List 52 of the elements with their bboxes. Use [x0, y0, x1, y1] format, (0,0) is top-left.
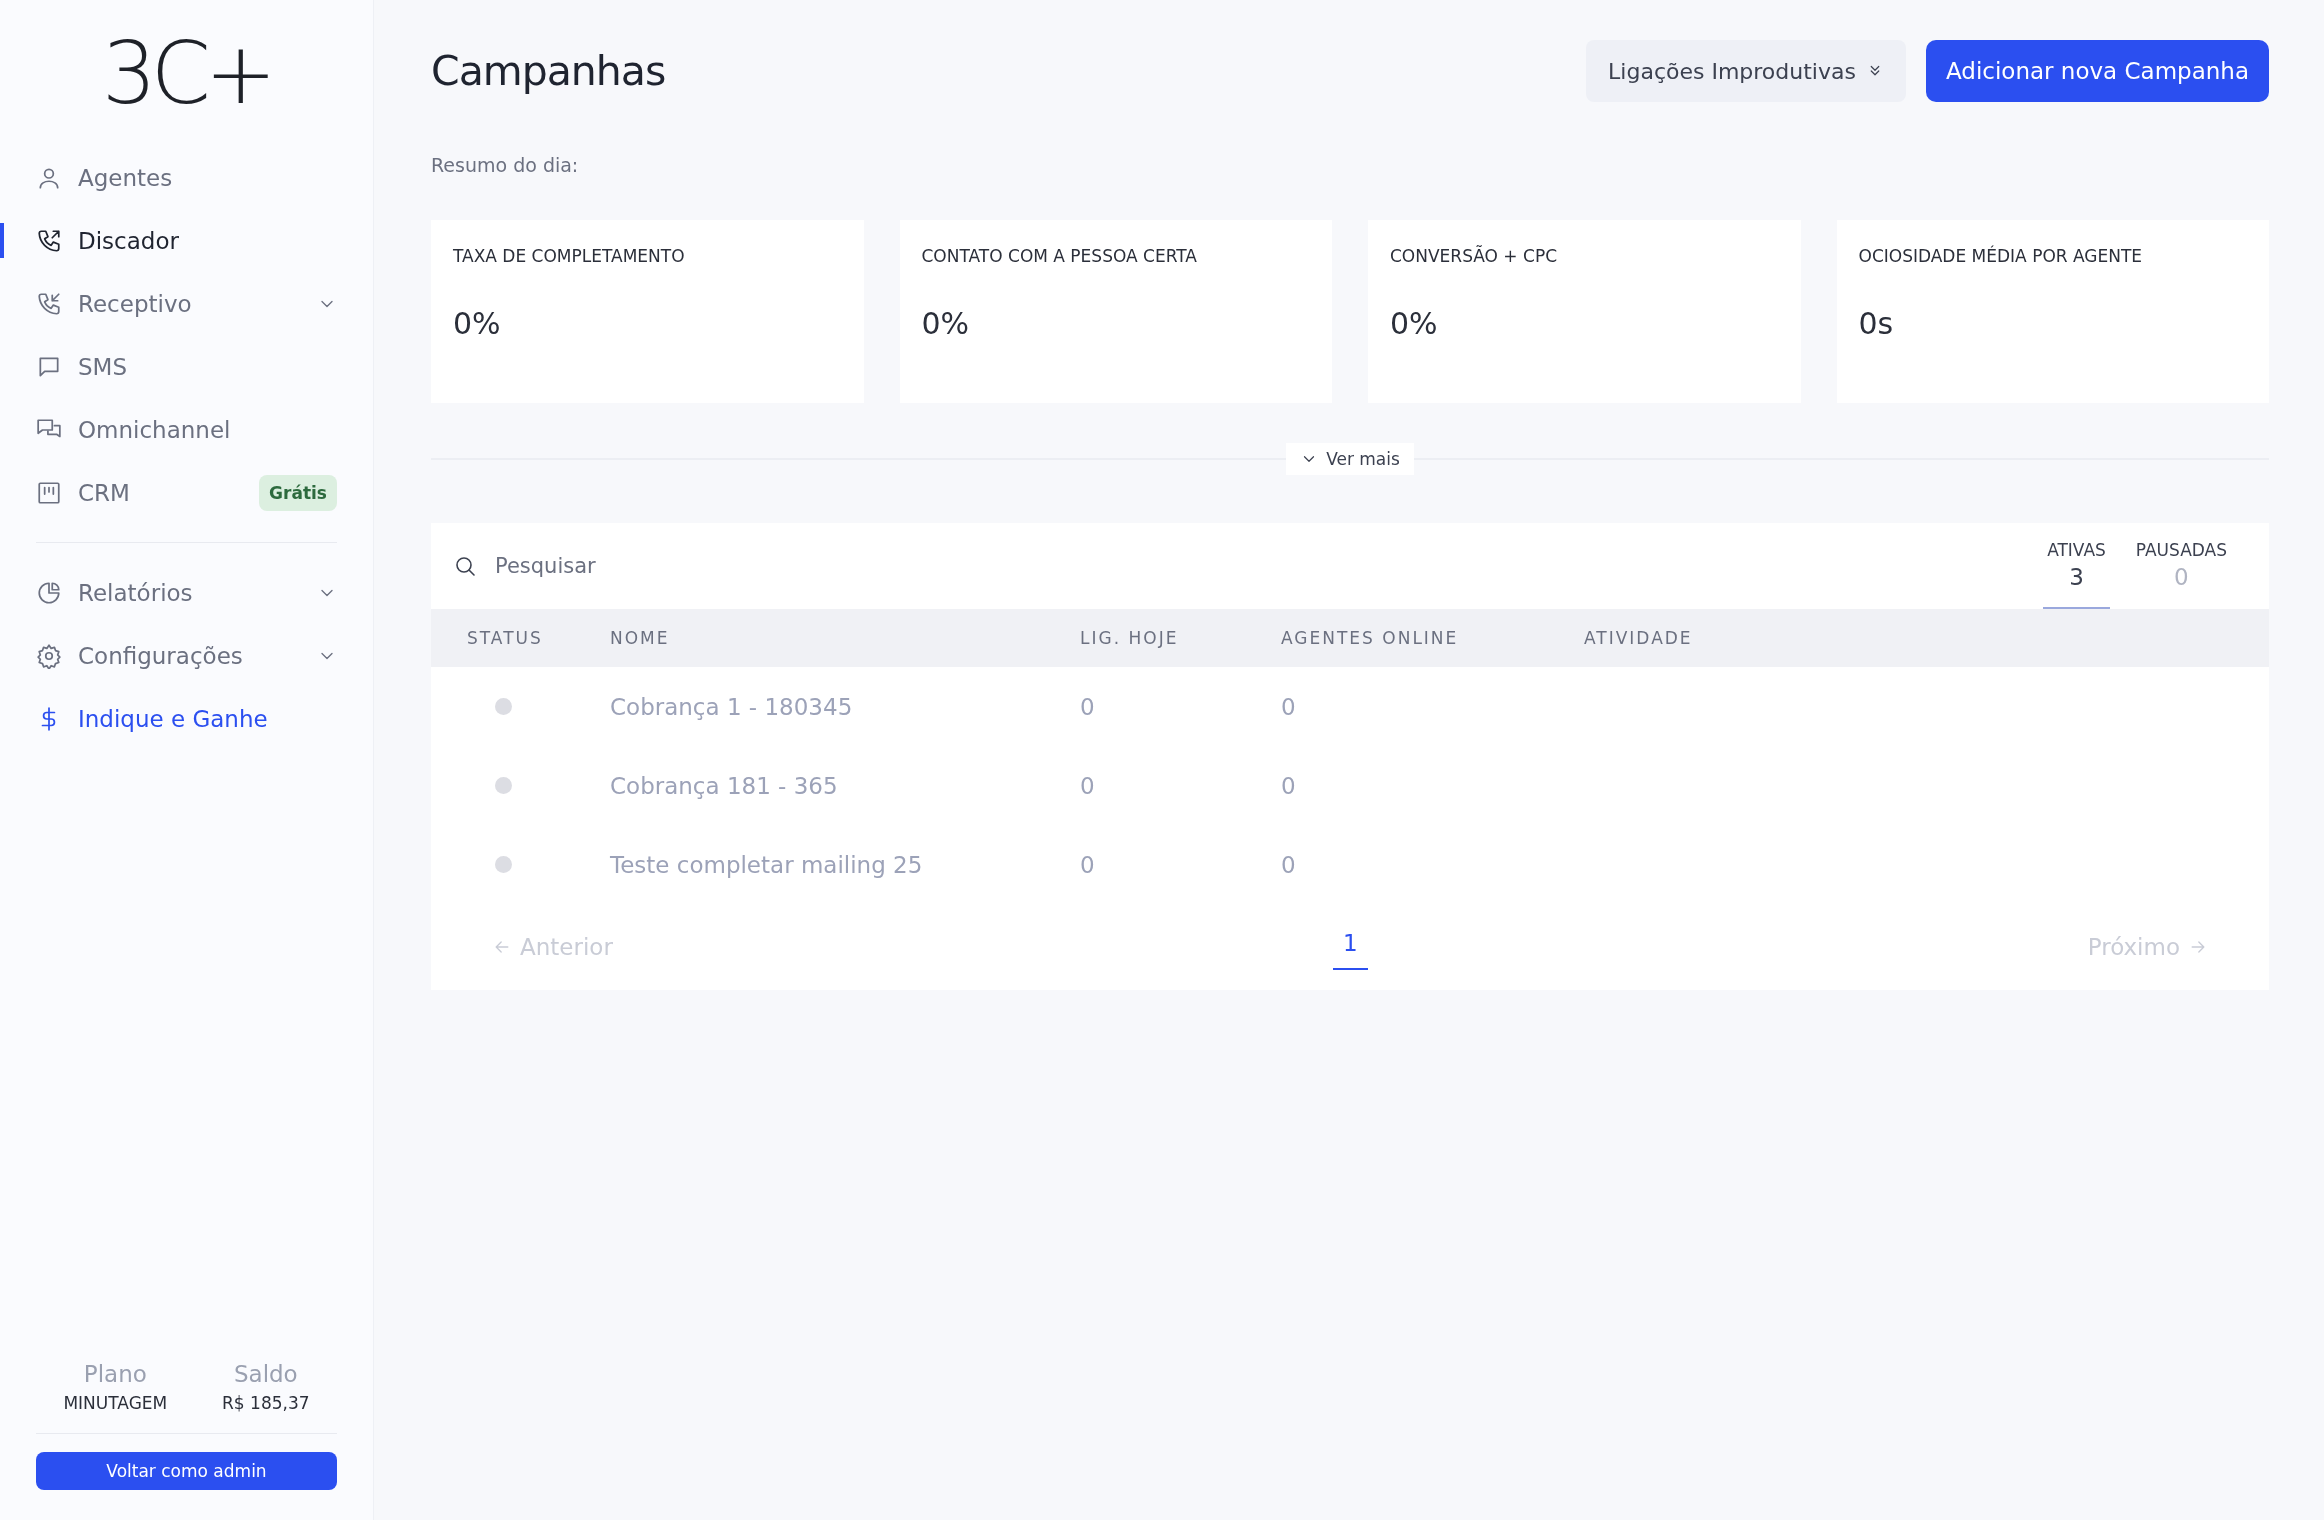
search-field[interactable]: Pesquisar — [493, 553, 2028, 579]
card-value: 0% — [1390, 306, 1439, 341]
card-title: CONVERSÃO + CPC — [1390, 246, 1558, 266]
free-badge: Grátis — [259, 474, 337, 511]
table-cell-text: Cobrança 181 - 365 — [610, 772, 839, 799]
table-cell-text: Teste completar mailing 25 — [610, 851, 924, 878]
stat-label: Plano — [83, 1361, 147, 1387]
back-as-admin-button[interactable]: Voltar como admin — [36, 1452, 337, 1490]
stat-label: Saldo — [233, 1361, 298, 1387]
sidebar-item[interactable]: CRM Grátis — [0, 461, 337, 524]
sidebar-item[interactable]: Relatórios — [0, 561, 337, 624]
table-cell-text: 0 — [1080, 851, 1096, 878]
card-title: OCIOSIDADE MÉDIA POR AGENTE — [1858, 246, 2144, 266]
table-cell-text: 0 — [1281, 772, 1297, 799]
status-tab[interactable]: PAUSADAS 0 — [2131, 523, 2231, 609]
pie-chart-icon — [36, 579, 62, 606]
page-title: Campanhas — [431, 47, 667, 95]
card-value: 0% — [921, 306, 971, 341]
phone-incoming-icon — [36, 290, 62, 317]
see-more-button[interactable]: Ver mais — [1286, 443, 1414, 475]
table-cell-text: 0 — [1080, 772, 1096, 799]
sidebar-item[interactable]: Agentes — [0, 146, 337, 209]
sidebar-item[interactable]: Receptivo — [0, 272, 337, 335]
column-header: NOME — [610, 628, 671, 648]
sidebar-item[interactable]: Indique e Ganhe — [0, 687, 337, 750]
column-header: STATUS — [467, 628, 544, 648]
filter-dropdown[interactable]: Ligações Improdutivas — [1586, 40, 1906, 102]
card-title: TAXA DE COMPLETAMENTO — [453, 246, 686, 266]
column-header: ATIVIDADE — [1584, 628, 1694, 648]
sidebar-item[interactable]: Omnichannel — [0, 398, 337, 461]
table-cell-text: 0 — [1281, 851, 1297, 878]
column-header: AGENTES ONLINE — [1281, 628, 1460, 648]
sidebar-item[interactable]: Configurações — [0, 624, 337, 687]
card-value: 0s — [1858, 306, 1895, 341]
card-value: 0% — [453, 306, 502, 341]
stat-value: MINUTAGEM — [63, 1393, 168, 1413]
summary-label: Resumo do dia: — [431, 154, 580, 176]
table-cell-text: Cobrança 1 - 180345 — [610, 693, 854, 720]
add-campaign-button[interactable]: Adicionar nova Campanha — [1925, 40, 2269, 102]
search-icon — [453, 554, 477, 578]
logo: 3C+ — [102, 30, 271, 116]
card-title: CONTATO COM A PESSOA CERTA — [921, 246, 1198, 266]
table-cell-text: 0 — [1080, 693, 1096, 720]
sidebar-item[interactable]: Discador — [0, 209, 337, 272]
sidebar-item[interactable]: SMS — [0, 335, 337, 398]
settings-icon — [36, 642, 62, 669]
stat-value: R$ 185,37 — [222, 1393, 310, 1413]
table-cell-text: 0 — [1281, 693, 1297, 720]
column-header: LIG. HOJE — [1080, 628, 1180, 648]
kanban-icon — [36, 479, 62, 506]
page-button[interactable]: 1 — [1332, 924, 1368, 970]
phone-outgoing-icon — [36, 227, 62, 254]
